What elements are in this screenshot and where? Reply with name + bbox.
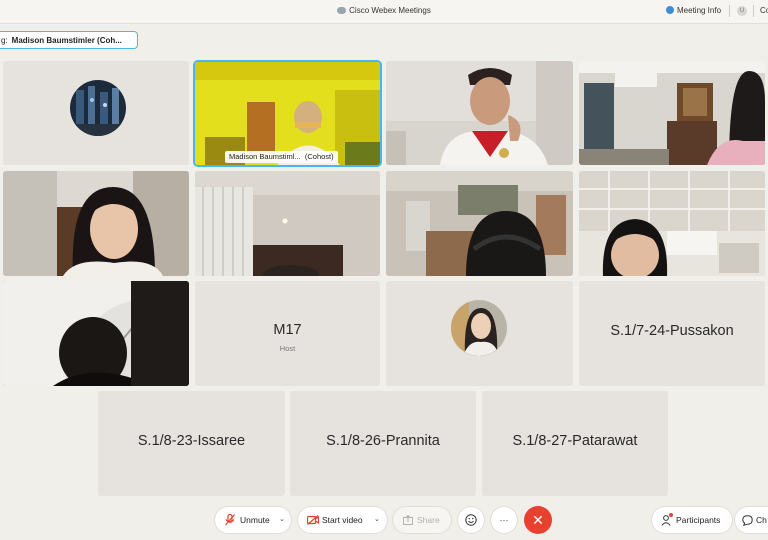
video-tile[interactable] bbox=[195, 171, 380, 276]
microphone-muted-icon bbox=[225, 514, 235, 526]
share-icon bbox=[403, 515, 413, 525]
share-button[interactable]: Share bbox=[393, 507, 451, 533]
participant-name: S.1/8-23-Issaree bbox=[137, 433, 246, 449]
chevron-down-icon[interactable]: ⌄ bbox=[279, 507, 285, 533]
meeting-info-button[interactable]: Meeting Info bbox=[666, 6, 721, 15]
notification-dot bbox=[669, 513, 673, 517]
participant-name: M17 bbox=[273, 322, 302, 338]
participant-tile-pussakon[interactable]: S.1/7-24-Pussakon bbox=[579, 281, 765, 386]
participants-button[interactable]: Participants bbox=[652, 507, 732, 533]
video-tile[interactable] bbox=[386, 61, 573, 165]
video-tile[interactable] bbox=[3, 171, 189, 276]
video-tile[interactable] bbox=[579, 171, 765, 276]
unmute-button[interactable]: Unmute ⌄ bbox=[215, 507, 291, 533]
video-feed bbox=[195, 62, 380, 165]
chat-button[interactable]: Ch bbox=[735, 507, 768, 533]
reactions-button[interactable] bbox=[458, 507, 484, 533]
video-off-icon bbox=[307, 515, 319, 525]
video-tile-active-speaker[interactable]: Madison Baumstiml... (Cohost) bbox=[193, 60, 382, 167]
participant-tile-m17[interactable]: M17 Host bbox=[195, 281, 380, 386]
video-feed bbox=[195, 171, 380, 276]
more-options-button[interactable]: ··· bbox=[491, 507, 517, 533]
participant-name: S.1/8-26-Prannita bbox=[326, 433, 440, 449]
video-tile[interactable] bbox=[3, 281, 189, 386]
more-icon: ··· bbox=[499, 515, 509, 525]
participant-name: S.1/8-27-Patarawat bbox=[512, 433, 638, 449]
video-feed bbox=[386, 61, 573, 165]
participant-role: Host bbox=[279, 344, 296, 353]
start-video-button[interactable]: Start video ⌄ bbox=[298, 507, 387, 533]
titlebar-cut-label[interactable]: Co bbox=[760, 6, 768, 15]
info-icon bbox=[666, 6, 674, 14]
video-tile[interactable] bbox=[386, 171, 573, 276]
end-call-button[interactable]: ✕ bbox=[524, 506, 552, 534]
participant-tile-prannita[interactable]: S.1/8-26-Prannita bbox=[290, 391, 476, 496]
participant-avatar bbox=[70, 80, 126, 136]
video-feed bbox=[579, 171, 765, 276]
chevron-down-icon[interactable]: ⌄ bbox=[374, 507, 380, 533]
video-feed bbox=[386, 171, 573, 276]
video-tile[interactable] bbox=[386, 281, 573, 386]
video-feed bbox=[3, 281, 189, 386]
title-bar: Cisco Webex Meetings Meeting Info U Co bbox=[0, 0, 768, 24]
participant-name: S.1/7-24-Pussakon bbox=[610, 323, 734, 339]
participant-tile-issaree[interactable]: S.1/8-23-Issaree bbox=[98, 391, 285, 496]
app-title: Cisco Webex Meetings bbox=[0, 6, 768, 15]
video-feed bbox=[579, 61, 765, 165]
active-speaker-name: Madison Baumstimler (Coh... bbox=[11, 36, 122, 45]
video-tile[interactable] bbox=[579, 61, 765, 165]
divider bbox=[729, 5, 730, 17]
webex-logo-icon bbox=[337, 7, 347, 14]
divider bbox=[753, 5, 754, 17]
chat-icon bbox=[742, 515, 753, 526]
active-speaker-indicator: g: Madison Baumstimler (Coh... bbox=[0, 31, 138, 49]
participant-tile-patarawat[interactable]: S.1/8-27-Patarawat bbox=[482, 391, 668, 496]
close-icon: ✕ bbox=[532, 512, 544, 528]
video-feed bbox=[3, 171, 189, 276]
smiley-icon bbox=[465, 514, 477, 526]
user-avatar[interactable]: U bbox=[737, 6, 747, 16]
video-tile[interactable] bbox=[3, 61, 189, 165]
participant-name-tag: Madison Baumstiml... (Cohost) bbox=[225, 151, 338, 163]
participant-avatar bbox=[451, 300, 507, 356]
